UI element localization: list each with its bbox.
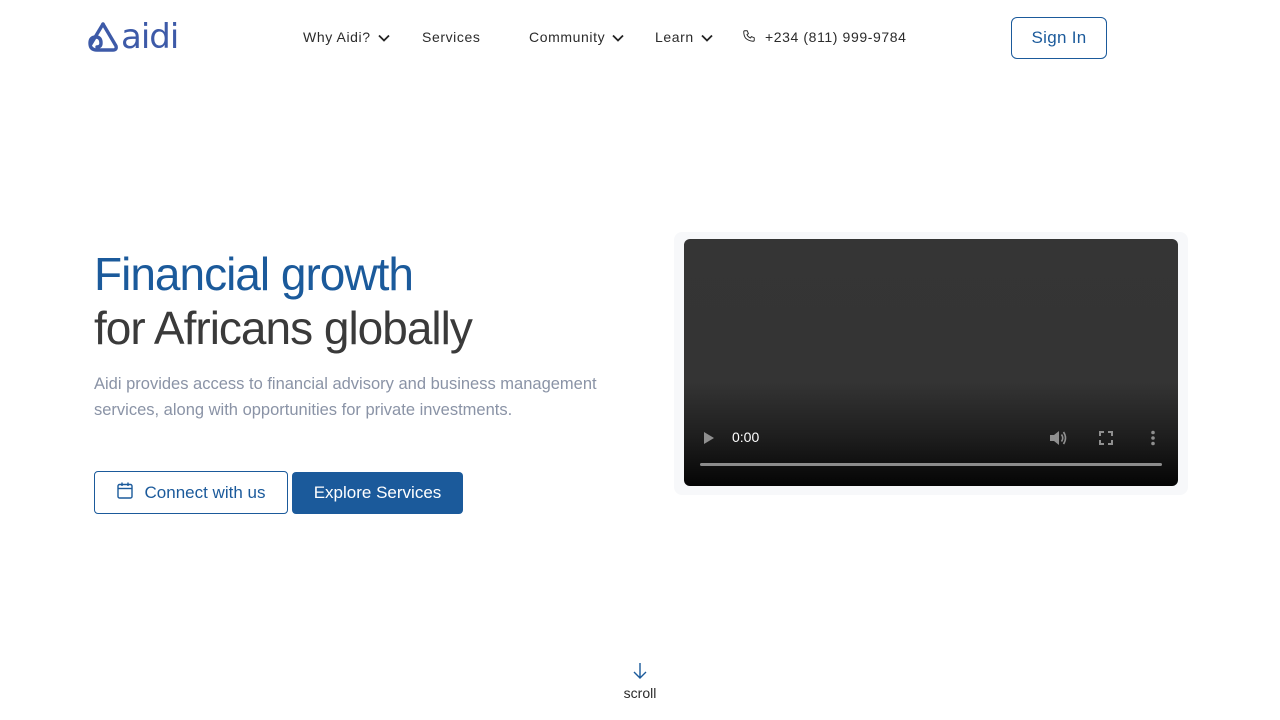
phone-number: +234 (811) 999-9784 bbox=[765, 29, 907, 45]
nav-item-why-aidi[interactable]: Why Aidi? bbox=[303, 26, 390, 48]
hero-title-line1: Financial growth bbox=[94, 248, 414, 300]
site-header: aidi Why Aidi? Services Community Learn bbox=[0, 0, 1280, 76]
chevron-down-icon bbox=[701, 29, 713, 45]
logo-wordmark: aidi bbox=[121, 17, 179, 57]
video-progress-bar[interactable] bbox=[700, 463, 1162, 466]
aidi-logo[interactable]: aidi bbox=[87, 17, 179, 57]
connect-with-us-button[interactable]: Connect with us bbox=[94, 471, 288, 514]
nav-item-learn[interactable]: Learn bbox=[655, 26, 713, 48]
play-icon[interactable] bbox=[702, 431, 716, 445]
hero-description: Aidi provides access to financial adviso… bbox=[94, 375, 597, 419]
scroll-indicator[interactable]: scroll bbox=[610, 662, 670, 712]
chevron-down-icon bbox=[378, 29, 390, 45]
connect-label: Connect with us bbox=[144, 482, 266, 502]
logo-mark-icon bbox=[87, 21, 119, 53]
nav-item-label: Learn bbox=[655, 29, 694, 45]
chevron-down-icon bbox=[612, 29, 624, 45]
nav-item-label: Services bbox=[422, 29, 481, 45]
sign-in-button[interactable]: Sign In bbox=[1011, 17, 1107, 59]
nav-phone-link[interactable]: +234 (811) 999-9784 bbox=[742, 26, 907, 48]
more-options-icon[interactable] bbox=[1148, 429, 1158, 447]
explore-services-button[interactable]: Explore Services bbox=[292, 472, 463, 514]
phone-icon bbox=[742, 29, 756, 46]
video-player[interactable]: 0:00 bbox=[684, 239, 1178, 486]
nav-item-label: Community bbox=[529, 29, 606, 45]
arrow-down-icon bbox=[610, 662, 670, 680]
volume-icon[interactable] bbox=[1048, 429, 1068, 447]
calendar-icon bbox=[116, 482, 133, 504]
nav-item-label: Why Aidi? bbox=[303, 29, 371, 45]
scroll-label: scroll bbox=[623, 685, 657, 701]
nav-item-services[interactable]: Services bbox=[422, 26, 480, 48]
nav-item-community[interactable]: Community bbox=[529, 26, 624, 48]
fullscreen-icon[interactable] bbox=[1098, 431, 1114, 445]
video-time: 0:00 bbox=[732, 429, 760, 445]
hero-title-line2: for Africans globally bbox=[94, 302, 473, 354]
